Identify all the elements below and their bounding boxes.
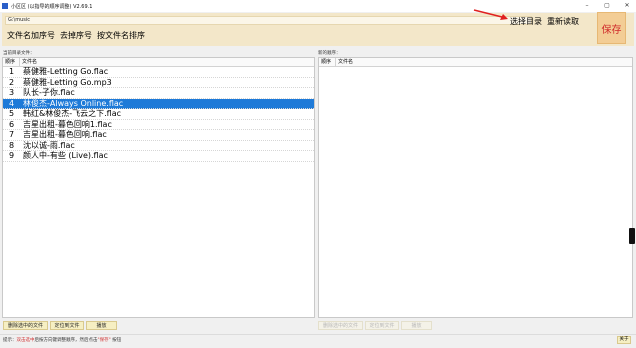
row-index: 1 xyxy=(8,67,15,76)
maximize-icon[interactable]: ▢ xyxy=(604,1,610,10)
list-item[interactable]: 6 吉星出租-暮色回响1.flac xyxy=(3,119,314,130)
close-icon[interactable]: ✕ xyxy=(624,1,630,10)
play-button-right[interactable]: 播放 xyxy=(401,321,432,330)
row-filename: 林俊杰-Always Online.flac xyxy=(23,98,124,108)
row-filename: 吉星出租-暮色回响1.flac xyxy=(23,119,112,129)
remove-number-button[interactable]: 去掉序号 xyxy=(60,30,92,41)
row-index: 5 xyxy=(8,109,15,118)
status-highlight: 双击选中 xyxy=(16,338,35,343)
current-files-list[interactable]: 顺序 文件名 1 蔡健雅-Letting Go.flac 2 蔡健雅-Letting … xyxy=(2,57,315,318)
app-window: 小区区 (以指导的顺序调整) V2.69.1 – ▢ ✕ G:\music 文件… xyxy=(0,0,636,348)
reload-button[interactable]: 重新读取 xyxy=(547,16,579,27)
left-rows: 1 蔡健雅-Letting Go.flac 2 蔡健雅-Letting Go.mp3 3… xyxy=(3,67,314,162)
sort-by-name-button[interactable]: 按文件名排序 xyxy=(97,30,145,41)
status-prefix: 提示： xyxy=(3,338,17,343)
window-controls: – ▢ ✕ xyxy=(584,1,630,10)
locate-file-button[interactable]: 定位到文件 xyxy=(50,321,84,330)
list-header: 顺序 文件名 xyxy=(319,58,632,67)
status-bar: 提示：双击选中后按方向键调整顺序，然后点击"保存" 按钮 xyxy=(0,334,636,346)
delete-selected-file-button[interactable]: 删除选中的文件 xyxy=(3,321,48,330)
delete-selected-file-button-right[interactable]: 删除选中的文件 xyxy=(318,321,363,330)
scroll-handle[interactable] xyxy=(629,228,635,244)
toolbar-left: 文件名加序号 去掉序号 按文件名排序 xyxy=(7,30,145,41)
toolbar-right: 选择目录 重新读取 xyxy=(510,16,579,27)
row-index: 4 xyxy=(8,98,15,108)
new-order-list[interactable]: 顺序 文件名 xyxy=(318,57,633,318)
minimize-icon[interactable]: – xyxy=(584,1,590,10)
top-panel: G:\music 文件名加序号 去掉序号 按文件名排序 选择目录 重新读取 xyxy=(2,13,634,46)
list-item[interactable]: 3 队长-子你.flac xyxy=(3,88,314,99)
play-button[interactable]: 播放 xyxy=(86,321,117,330)
row-index: 2 xyxy=(8,77,15,87)
row-filename: 沈以诚-雨.flac xyxy=(23,140,75,150)
about-button[interactable]: 关于 xyxy=(617,336,631,344)
list-item[interactable]: 7 吉星出租-暮色回响.flac xyxy=(3,130,314,141)
row-filename: 颜人中-有些 (Live).flac xyxy=(23,151,108,160)
row-index: 3 xyxy=(8,88,15,97)
row-filename: 吉星出租-暮色回响.flac xyxy=(23,130,107,139)
app-icon xyxy=(2,3,8,9)
row-index: 9 xyxy=(8,151,15,160)
row-filename: 蔡健雅-Letting Go.flac xyxy=(23,67,109,76)
row-index: 6 xyxy=(8,119,15,129)
status-suffix: 按钮 xyxy=(110,338,122,343)
status-middle: 后按方向键调整顺序，然后点击 xyxy=(34,338,98,343)
row-filename: 队长-子你.flac xyxy=(23,88,75,97)
column-header-filename[interactable]: 文件名 xyxy=(336,58,353,66)
select-directory-button[interactable]: 选择目录 xyxy=(510,16,542,27)
column-header-order[interactable]: 顺序 xyxy=(3,58,20,66)
list-item[interactable]: 8 沈以诚-雨.flac xyxy=(3,140,314,151)
list-item[interactable]: 5 韩红&林俊杰-飞云之下.flac xyxy=(3,109,314,120)
column-header-filename[interactable]: 文件名 xyxy=(20,58,37,66)
save-button[interactable]: 保存 xyxy=(597,12,626,44)
list-item[interactable]: 2 蔡健雅-Letting Go.mp3 xyxy=(3,77,314,88)
directory-path-field[interactable]: G:\music xyxy=(5,16,532,25)
red-arrow-icon xyxy=(473,9,508,20)
add-number-prefix-button[interactable]: 文件名加序号 xyxy=(7,30,55,41)
row-filename: 蔡健雅-Letting Go.mp3 xyxy=(23,77,112,87)
list-header: 顺序 文件名 xyxy=(3,58,314,67)
row-index: 8 xyxy=(8,140,15,150)
row-filename: 韩红&林俊杰-飞云之下.flac xyxy=(23,109,122,118)
title-bar: 小区区 (以指导的顺序调整) V2.69.1 – ▢ ✕ xyxy=(0,0,636,12)
row-index: 7 xyxy=(8,130,15,139)
locate-file-button-right[interactable]: 定位到文件 xyxy=(365,321,399,330)
list-item[interactable]: 1 蔡健雅-Letting Go.flac xyxy=(3,67,314,78)
column-header-order[interactable]: 顺序 xyxy=(319,58,336,66)
right-pane-label: 新的顺序： xyxy=(318,51,341,56)
status-highlight-save: "保存" xyxy=(97,338,111,343)
list-item[interactable]: 4 林俊杰-Always Online.flac xyxy=(3,98,314,109)
left-pane-label: 当前目录文件： xyxy=(3,51,35,56)
window-title: 小区区 (以指导的顺序调整) V2.69.1 xyxy=(11,3,93,10)
list-item[interactable]: 9 颜人中-有些 (Live).flac xyxy=(3,151,314,162)
